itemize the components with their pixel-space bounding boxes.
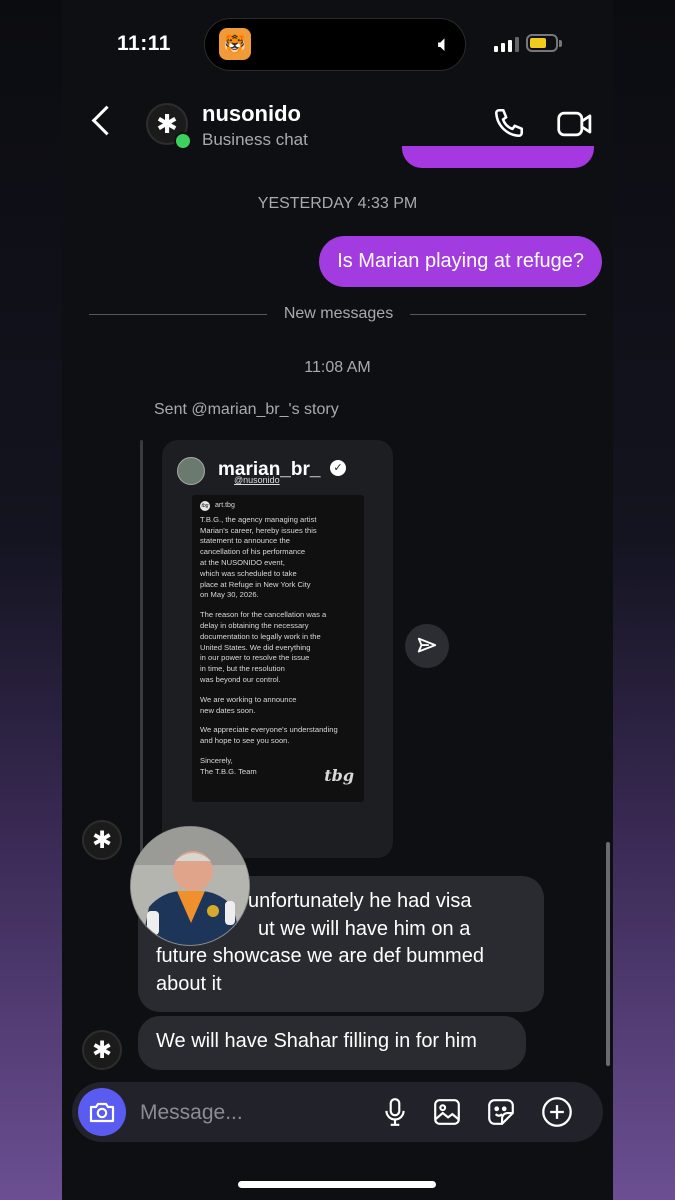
battery-icon	[526, 34, 558, 52]
status-time: 11:11	[117, 32, 171, 55]
message-composer	[72, 1082, 603, 1142]
sender-avatar[interactable]: ✱	[82, 820, 122, 860]
camera-icon[interactable]	[78, 1088, 126, 1136]
tbg-logo: tbg	[324, 766, 354, 786]
online-indicator	[174, 132, 192, 150]
story-avatar	[177, 457, 205, 485]
outgoing-message[interactable]: Is Marian playing at refuge?	[319, 236, 602, 287]
image-icon[interactable]	[430, 1095, 464, 1129]
plus-icon[interactable]	[540, 1095, 574, 1129]
previous-message-bubble	[402, 146, 594, 168]
statement-paragraph: The reason for the cancellation was a de…	[200, 610, 327, 684]
story-statement-image: tbg art.tbg T.B.G., the agency managing …	[192, 495, 364, 802]
contact-subtitle: Business chat	[202, 130, 308, 149]
reaction-sticker[interactable]	[130, 826, 250, 946]
divider	[410, 314, 586, 315]
new-messages-label: New messages	[283, 305, 394, 322]
story-mention: @nusonido	[234, 475, 280, 485]
dynamic-island: 🐯 🔈︎	[204, 18, 466, 71]
verified-badge-icon: ✓	[330, 460, 346, 476]
app-activity-icon: 🐯	[219, 28, 251, 60]
incoming-message[interactable]: We will have Shahar filling in for him	[138, 1016, 526, 1070]
timestamp: 11:08 AM	[304, 359, 371, 376]
phone-icon[interactable]	[492, 106, 526, 145]
statement-account: art.tbg	[215, 502, 235, 509]
message-input[interactable]	[138, 1094, 372, 1132]
story-share-label: Sent @marian_br_'s story	[154, 401, 339, 418]
statement-paragraph: We appreciate everyone's understanding a…	[200, 725, 338, 746]
shared-story-card[interactable]: marian_br_ ✓ @nusonido tbg art.tbg T.B.G…	[162, 440, 393, 858]
timestamp: YESTERDAY 4:33 PM	[257, 195, 418, 212]
home-indicator[interactable]	[238, 1181, 436, 1188]
statement-paragraph: T.B.G., the agency managing artist Maria…	[200, 514, 317, 600]
chat-screen: 11:11 🐯 🔈︎ ✱ nusonido Business chat YEST…	[62, 0, 613, 1200]
microphone-icon[interactable]	[378, 1095, 412, 1129]
reply-line	[140, 440, 143, 860]
send-icon[interactable]	[405, 624, 449, 668]
sender-avatar[interactable]: ✱	[82, 1030, 122, 1070]
chevron-left-icon[interactable]	[91, 105, 122, 136]
video-camera-icon[interactable]	[556, 108, 594, 145]
contact-name[interactable]: nusonido	[202, 101, 301, 127]
tbg-logo-icon: tbg	[200, 501, 210, 512]
statement-paragraph: We are working to announce new dates soo…	[200, 694, 297, 715]
divider	[89, 314, 267, 315]
sound-icon: 🔈︎	[437, 31, 451, 56]
sticker-icon[interactable]	[484, 1095, 518, 1129]
signal-icon	[494, 37, 519, 52]
scrollbar[interactable]	[606, 842, 610, 1066]
